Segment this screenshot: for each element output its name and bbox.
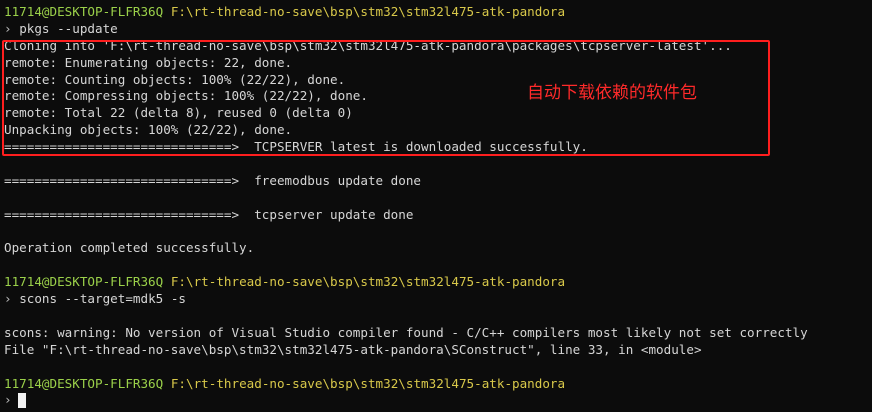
- output-line: Operation completed successfully.: [4, 240, 255, 256]
- command-text: pkgs --update: [19, 20, 118, 36]
- prompt-char: ›: [4, 392, 12, 408]
- text-cursor[interactable]: [17, 393, 26, 409]
- annotation-label: 自动下载依赖的软件包: [527, 83, 697, 103]
- command-line-2: › scons --target=mdk5 -s: [4, 291, 872, 308]
- terminal-window[interactable]: 11714@DESKTOP-FLFR36Q F:\rt-thread-no-sa…: [0, 0, 872, 412]
- command-text: scons --target=mdk5 -s: [19, 291, 186, 307]
- prompt-user: 11714@DESKTOP-FLFR36Q: [4, 4, 164, 19]
- prompt-line-1: 11714@DESKTOP-FLFR36Q F:\rt-thread-no-sa…: [4, 4, 872, 21]
- prompt-path: F:\rt-thread-no-save\bsp\stm32\stm32l475…: [170, 4, 566, 19]
- prompt-char: ›: [4, 20, 12, 36]
- input-line[interactable]: ›: [4, 392, 872, 409]
- prompt-line-3: 11714@DESKTOP-FLFR36Q F:\rt-thread-no-sa…: [4, 376, 872, 393]
- prompt-char: ›: [4, 291, 12, 307]
- command-line-1: › pkgs --update: [4, 21, 872, 38]
- warning-line: File "F:\rt-thread-no-save\bsp\stm32\stm…: [4, 341, 702, 357]
- prompt-path: F:\rt-thread-no-save\bsp\stm32\stm32l475…: [170, 274, 566, 290]
- prompt-path: F:\rt-thread-no-save\bsp\stm32\stm32l475…: [170, 375, 566, 391]
- prompt-line-2: 11714@DESKTOP-FLFR36Q F:\rt-thread-no-sa…: [4, 274, 872, 291]
- warning-line: scons: warning: No version of Visual Stu…: [4, 324, 808, 340]
- prompt-user: 11714@DESKTOP-FLFR36Q: [4, 375, 164, 391]
- prompt-user: 11714@DESKTOP-FLFR36Q: [4, 274, 164, 290]
- output-line: ==============================> tcpserve…: [4, 206, 414, 222]
- output-line: ==============================> freemodb…: [4, 172, 422, 188]
